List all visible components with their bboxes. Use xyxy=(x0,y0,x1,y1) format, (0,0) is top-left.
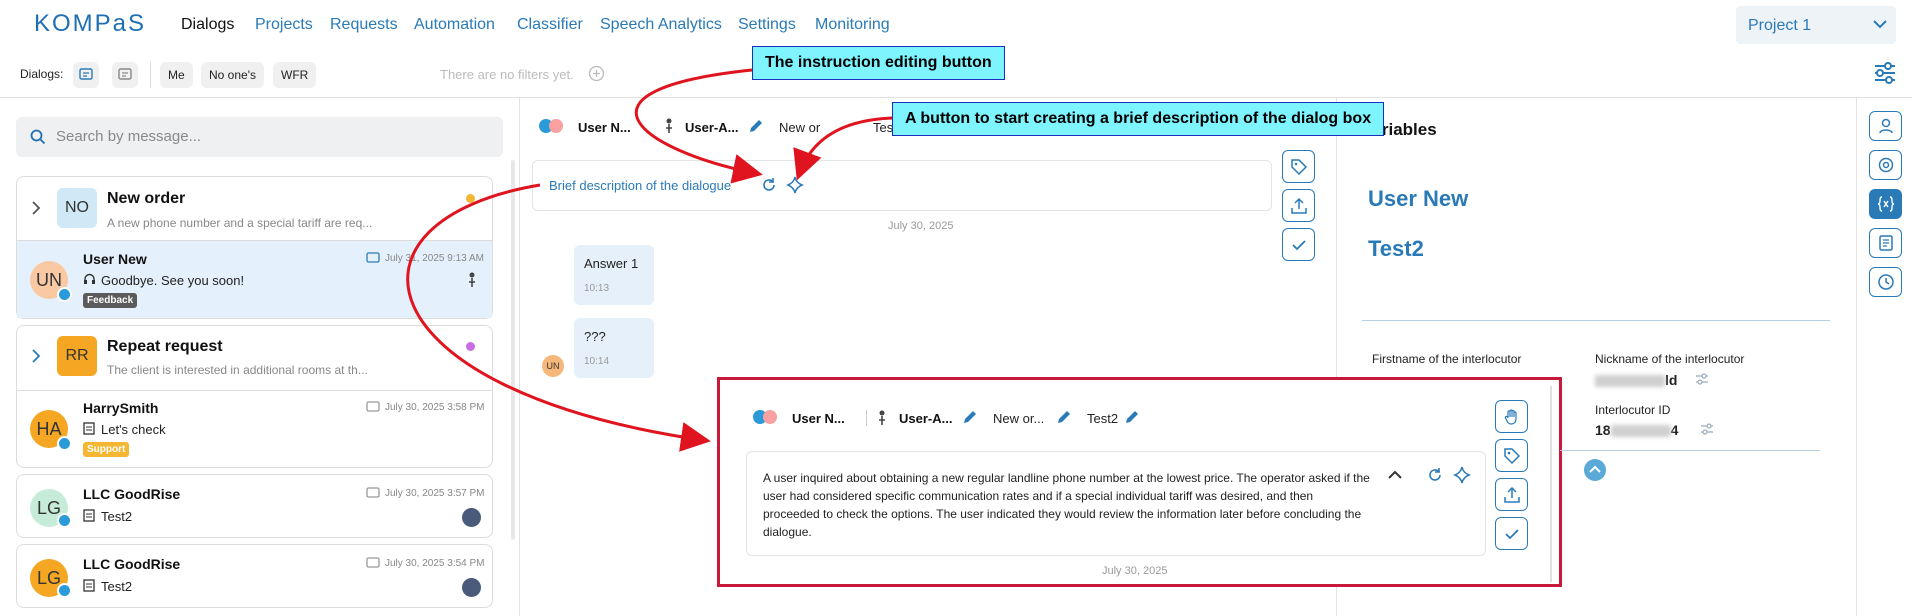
annotation-arrows xyxy=(406,68,893,452)
callout-brief: A button to start creating a brief descr… xyxy=(892,102,1385,136)
callout-instruction: The instruction editing button xyxy=(752,46,1005,80)
